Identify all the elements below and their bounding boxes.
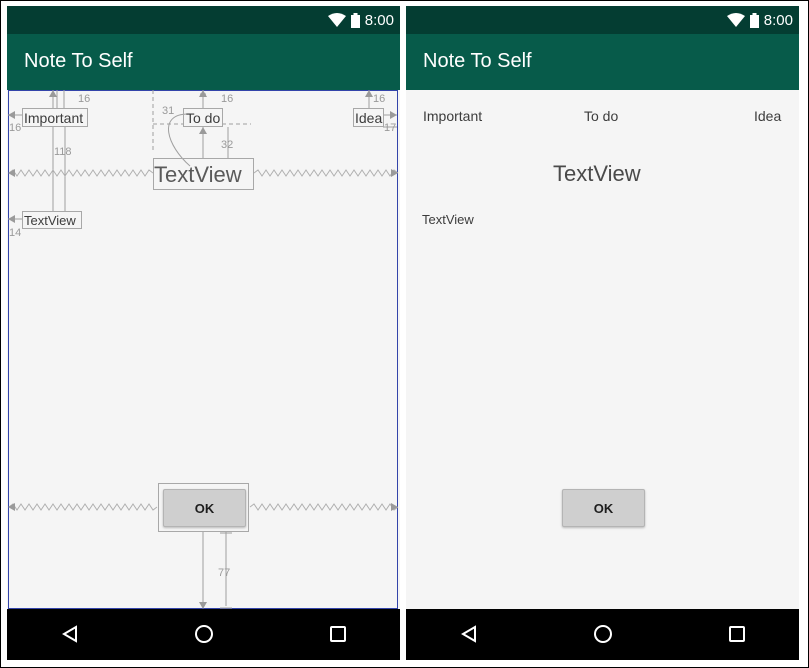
back-icon [461, 625, 476, 643]
important-label-box[interactable]: Important [22, 108, 88, 127]
home-button[interactable] [189, 619, 219, 649]
ok-button[interactable]: OK [562, 489, 645, 527]
important-label: Important [423, 108, 483, 124]
recents-icon [729, 626, 745, 642]
dimension-label: 16 [373, 93, 386, 105]
todo-label: To do [584, 108, 619, 124]
dimension-label: 16 [9, 122, 22, 134]
home-icon [195, 625, 213, 643]
dimension-label: 32 [221, 139, 234, 151]
wifi-icon [726, 13, 745, 27]
home-button[interactable] [588, 619, 618, 649]
recents-button[interactable] [323, 619, 353, 649]
dimension-label: 17 [384, 122, 397, 134]
recents-button[interactable] [722, 619, 752, 649]
home-icon [594, 625, 612, 643]
navigation-bar [7, 609, 400, 660]
battery-icon [749, 12, 759, 28]
constraint-overlay [8, 90, 399, 609]
dimension-label: 16 [78, 93, 91, 105]
body-textview-box[interactable]: TextView [22, 211, 82, 229]
title-textview: TextView [553, 161, 641, 186]
design-preview-phone: 8:00 Note To Self Important To do Idea T… [7, 6, 400, 660]
navigation-bar [406, 609, 799, 660]
back-button[interactable] [55, 619, 85, 649]
app-title: Note To Self [423, 50, 532, 72]
idea-label: Idea [355, 110, 383, 126]
idea-label-box[interactable]: Idea [353, 108, 384, 127]
status-time: 8:00 [763, 11, 793, 29]
body-textview: TextView [422, 212, 474, 227]
dimension-label: 31 [162, 105, 175, 117]
body-textview: TextView [24, 213, 76, 228]
app-bar: Note To Self [406, 34, 799, 90]
dimension-label: 118 [54, 146, 72, 158]
ok-button[interactable]: OK [163, 489, 246, 527]
important-label: Important [24, 110, 84, 126]
dimension-label: 77 [218, 567, 231, 579]
status-bar: 8:00 [406, 6, 799, 34]
recents-icon [330, 626, 346, 642]
back-icon [62, 625, 77, 643]
dimension-label: 16 [221, 93, 234, 105]
back-button[interactable] [454, 619, 484, 649]
title-textview: TextView [154, 162, 242, 187]
todo-label-box[interactable]: To do [183, 108, 223, 127]
dimension-label: 14 [9, 227, 22, 239]
idea-label: Idea [754, 108, 782, 124]
title-textview-box[interactable]: TextView [153, 158, 254, 190]
rendered-preview-phone: 8:00 Note To Self Important To do Idea T… [406, 6, 799, 660]
todo-label: To do [186, 110, 221, 126]
